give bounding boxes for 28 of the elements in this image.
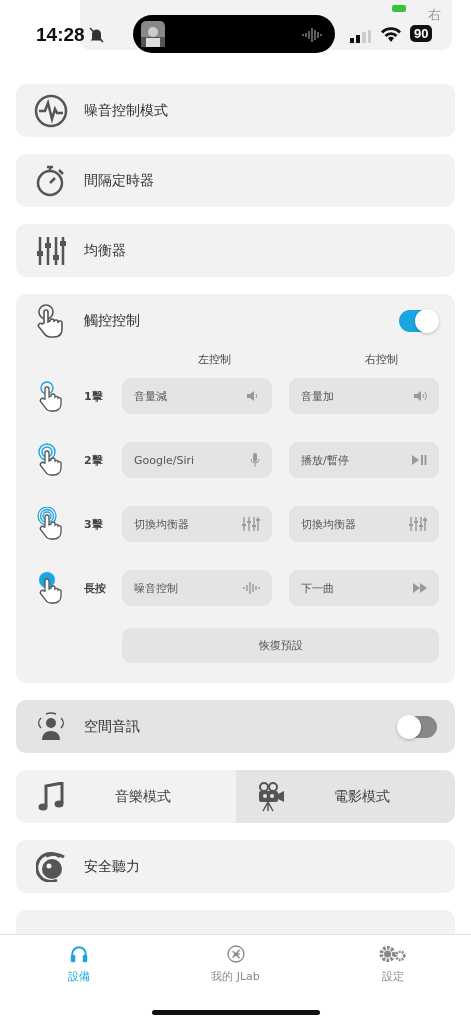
menu-item[interactable]: 均衡器 (16, 224, 455, 277)
gesture-label: 3擊 (83, 516, 103, 532)
menu-item[interactable]: 空間音訊 (16, 700, 455, 753)
mode-tab[interactable]: 電影模式 (235, 770, 455, 823)
action-dropdown[interactable]: 播放/暫停 (289, 442, 439, 478)
reset-button[interactable]: 恢復預設 (122, 628, 439, 663)
gesture-label: 2擊 (83, 452, 103, 468)
gesture-label: 長按 (83, 580, 106, 596)
action-dropdown[interactable]: Google/Siri (122, 442, 272, 478)
menu-item[interactable]: 噪音控制模式 (16, 84, 455, 137)
tab-bar-item[interactable]: 我的 JLab (157, 935, 314, 985)
gesture-label: 1擊 (83, 388, 103, 404)
menu-item[interactable]: 安全聽力 (16, 840, 455, 893)
battery-indicator: 90 (410, 25, 433, 42)
column-header: 左控制 (196, 351, 232, 367)
mode-tab[interactable]: 音樂模式 (16, 770, 236, 823)
overlay-label: 右 (428, 6, 441, 24)
column-header: 右控制 (363, 351, 399, 367)
action-dropdown[interactable]: 噪音控制 (122, 570, 272, 606)
action-dropdown[interactable]: 音量減 (122, 378, 272, 414)
action-dropdown[interactable]: 切換均衡器 (289, 506, 439, 542)
action-dropdown[interactable]: 切換均衡器 (122, 506, 272, 542)
tab-bar-item[interactable]: 設定 (314, 935, 471, 985)
status-time: 14:28 (36, 24, 85, 46)
section-title: 觸控控制 (84, 312, 141, 330)
action-dropdown[interactable]: 音量加 (289, 378, 439, 414)
menu-item[interactable]: 間隔定時器 (16, 154, 455, 207)
action-dropdown[interactable]: 下一曲 (289, 570, 439, 606)
